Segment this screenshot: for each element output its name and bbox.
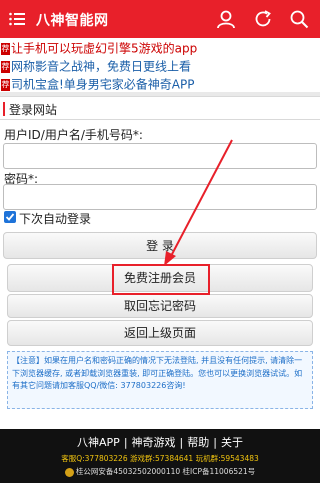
login-section-header: 登录网站 <box>0 96 320 120</box>
username-input[interactable] <box>3 143 317 169</box>
recover-password-button[interactable]: 取回忘记密码 <box>7 294 313 318</box>
footer-link-app[interactable]: 八神APP <box>77 436 120 449</box>
ad-link-3[interactable]: 荐司机宝盒!单身男宅家必备神奇APP <box>0 75 320 93</box>
police-emblem-icon <box>64 467 74 477</box>
check-icon <box>5 213 15 221</box>
recommend-tag: 荐 <box>1 78 10 91</box>
remember-label: 下次自动登录 <box>19 212 92 226</box>
notice-box: 【注意】如果在用户名和密码正确的情况下无法登陆, 并且没有任何提示, 请清除一下… <box>7 351 313 409</box>
recommend-tag: 荐 <box>1 42 10 55</box>
username-label: 用户ID/用户名/手机号码*: <box>4 128 143 142</box>
page-footer: 八神APP | 神奇游戏 | 帮助 | 关于 客服Q:377803226 游戏群:57384… <box>0 429 320 483</box>
login-button[interactable]: 登 录 <box>3 232 317 259</box>
ad-text: 网称影音之战神，免费日更线上看 <box>11 59 192 74</box>
beian-line: 桂公网安备45032502000110 桂ICP备11006521号 <box>0 466 320 477</box>
footer-nav: 八神APP | 神奇游戏 | 帮助 | 关于 <box>0 434 320 450</box>
remember-checkbox[interactable] <box>4 211 16 223</box>
refresh-icon[interactable] <box>253 9 273 29</box>
password-input[interactable] <box>3 184 317 210</box>
ad-link-2[interactable]: 荐网称影音之战神，免费日更线上看 <box>0 57 320 75</box>
ad-link-1[interactable]: 荐让手机可以玩虚幻引擎5游戏的app <box>0 39 320 57</box>
footer-link-help[interactable]: 帮助 <box>187 436 209 449</box>
user-icon[interactable] <box>216 9 236 29</box>
register-highlight-box <box>112 264 210 295</box>
separator: | <box>213 436 217 449</box>
ad-text: 让手机可以玩虚幻引擎5游戏的app <box>11 41 198 56</box>
accent-bar <box>3 102 5 116</box>
top-header: 八神智能网 <box>0 0 320 38</box>
footer-link-about[interactable]: 关于 <box>221 436 243 449</box>
separator: | <box>123 436 128 449</box>
search-icon[interactable] <box>289 9 309 29</box>
site-title[interactable]: 八神智能网 <box>36 10 109 30</box>
ad-text: 司机宝盒!单身男宅家必备神奇APP <box>11 77 195 92</box>
contact-line: 客服Q:377803226 游戏群:57384641 玩机群:59543483 <box>61 454 259 463</box>
recommend-tag: 荐 <box>1 60 10 73</box>
separator: | <box>179 436 184 449</box>
menu-icon[interactable] <box>9 12 25 26</box>
section-title: 登录网站 <box>9 103 58 117</box>
footer-link-games[interactable]: 神奇游戏 <box>132 436 176 449</box>
beian-text[interactable]: 桂公网安备45032502000110 桂ICP备11006521号 <box>76 467 255 476</box>
back-button[interactable]: 返回上级页面 <box>7 320 313 346</box>
